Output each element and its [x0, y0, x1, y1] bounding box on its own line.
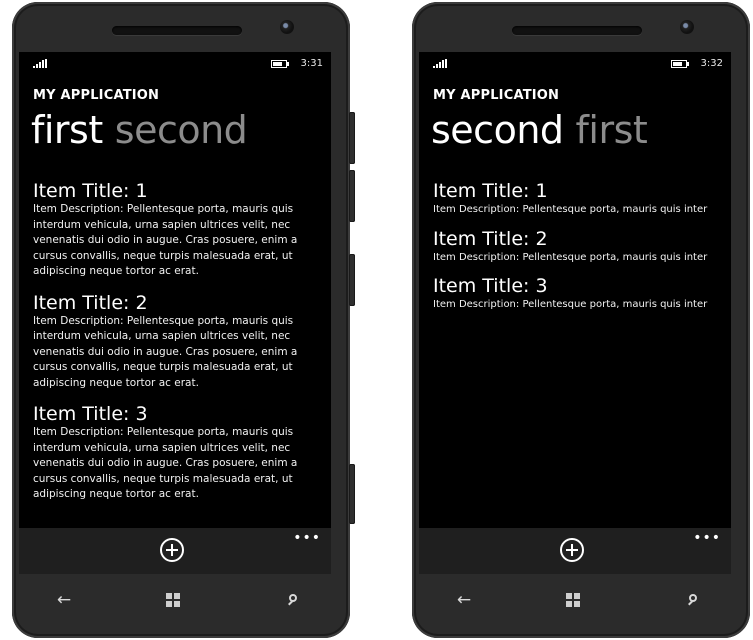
- windows-logo-icon[interactable]: [163, 590, 183, 610]
- add-circle-icon[interactable]: [160, 538, 184, 562]
- screen: 3:31 MY APPLICATION first second Item Tit…: [19, 52, 331, 528]
- list-item[interactable]: Item Title: 1 Item Description: Pellente…: [33, 180, 323, 280]
- back-arrow-icon[interactable]: ←: [454, 590, 474, 610]
- pivot-header: second first: [431, 108, 648, 152]
- item-title: Item Title: 1: [433, 180, 548, 202]
- windows-logo-icon[interactable]: [563, 590, 583, 610]
- speaker-grille: [512, 26, 642, 35]
- phone-device-second: 3:32 MY APPLICATION second first Item Tit…: [412, 2, 750, 638]
- item-title: Item Title: 2: [33, 291, 148, 314]
- item-description: Item Description: Pellentesque porta, ma…: [433, 204, 708, 215]
- front-camera: [280, 20, 294, 34]
- status-bar: 3:32: [419, 58, 731, 72]
- app-title: MY APPLICATION: [433, 88, 560, 103]
- item-description: Item Description: Pellentesque porta, ma…: [33, 314, 298, 389]
- search-icon[interactable]: [285, 590, 305, 610]
- item-title: Item Title: 1: [33, 180, 148, 202]
- list-item[interactable]: Item Title: 3 Item Description: Pellente…: [433, 275, 731, 313]
- search-icon[interactable]: [685, 590, 705, 610]
- list-item[interactable]: Item Title: 2 Item Description: Pellente…: [433, 228, 731, 266]
- volume-button[interactable]: [349, 170, 355, 222]
- hardware-nav-bar: ←: [419, 580, 731, 620]
- item-description: Item Description: Pellentesque porta, ma…: [33, 203, 298, 277]
- battery-icon: [271, 60, 291, 68]
- item-description: Item Description: Pellentesque porta, ma…: [433, 299, 708, 310]
- application-bar: •••: [19, 528, 331, 574]
- add-circle-icon[interactable]: [560, 538, 584, 562]
- app-title: MY APPLICATION: [33, 88, 160, 103]
- pivot-tab-first[interactable]: first: [31, 108, 103, 152]
- list-item[interactable]: Item Title: 1 Item Description: Pellente…: [433, 180, 731, 218]
- signal-strength-icon: [433, 59, 447, 68]
- more-ellipsis-button[interactable]: •••: [293, 530, 321, 546]
- power-button[interactable]: [349, 254, 355, 306]
- front-camera: [680, 20, 694, 34]
- status-time: 3:32: [700, 58, 723, 69]
- hardware-nav-bar: ←: [19, 580, 331, 620]
- status-time: 3:31: [300, 58, 323, 69]
- item-description: Item Description: Pellentesque porta, ma…: [33, 426, 298, 500]
- application-bar: •••: [419, 528, 731, 574]
- item-list: Item Title: 1 Item Description: Pellente…: [33, 180, 323, 515]
- speaker-grille: [112, 26, 242, 35]
- item-title: Item Title: 2: [433, 227, 548, 250]
- camera-button[interactable]: [349, 464, 355, 524]
- signal-strength-icon: [33, 59, 47, 68]
- pivot-tab-second[interactable]: second: [115, 108, 248, 152]
- volume-button[interactable]: [349, 112, 355, 164]
- screen: 3:32 MY APPLICATION second first Item Tit…: [419, 52, 731, 528]
- pivot-tab-first[interactable]: first: [576, 108, 648, 152]
- more-ellipsis-button[interactable]: •••: [693, 530, 721, 546]
- list-item[interactable]: Item Title: 3 Item Description: Pellente…: [33, 403, 323, 503]
- pivot-tab-second[interactable]: second: [431, 108, 564, 152]
- item-title: Item Title: 3: [433, 275, 548, 297]
- item-list: Item Title: 1 Item Description: Pellente…: [433, 180, 731, 323]
- battery-icon: [671, 60, 691, 68]
- phone-device-first: 3:31 MY APPLICATION first second Item Tit…: [12, 2, 355, 638]
- item-description: Item Description: Pellentesque porta, ma…: [433, 251, 708, 263]
- back-arrow-icon[interactable]: ←: [54, 590, 74, 610]
- item-title: Item Title: 3: [33, 403, 148, 425]
- status-bar: 3:31: [19, 58, 331, 72]
- pivot-header: first second: [31, 108, 248, 152]
- list-item[interactable]: Item Title: 2 Item Description: Pellente…: [33, 292, 323, 392]
